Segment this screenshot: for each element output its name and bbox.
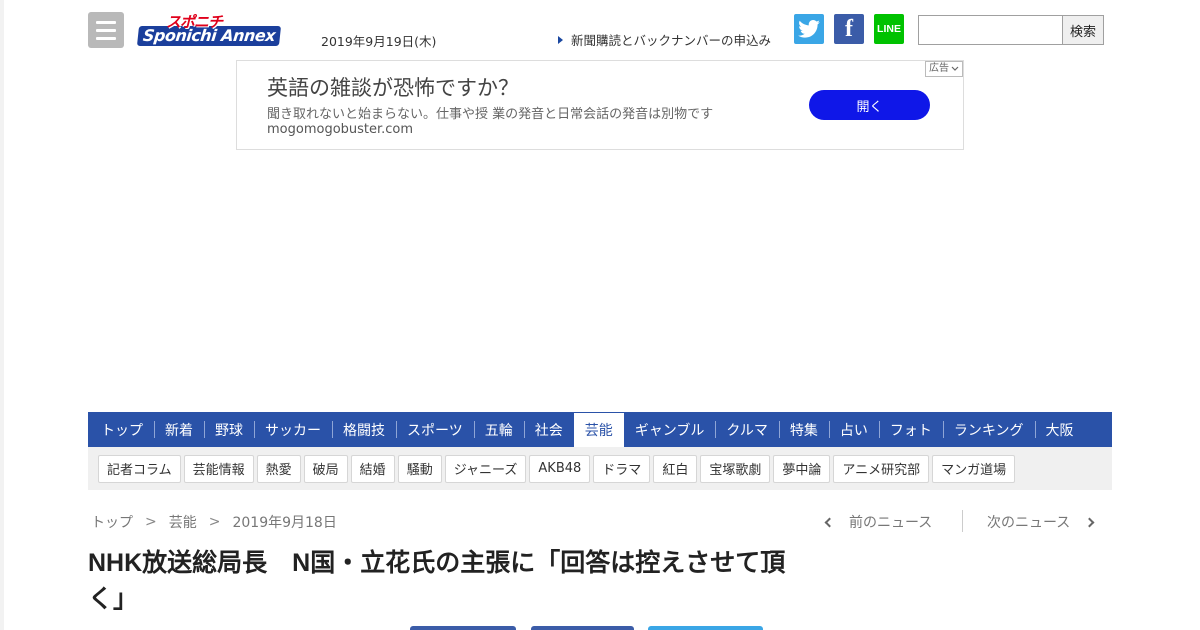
nav-item-features[interactable]: 特集 xyxy=(778,412,829,447)
subnav-item[interactable]: AKB48 xyxy=(529,454,591,483)
prev-news-link[interactable]: 前のニュース xyxy=(824,512,933,532)
nav-item-soccer[interactable]: サッカー xyxy=(254,412,332,447)
chevron-right-icon xyxy=(1084,517,1095,527)
subnav-item[interactable]: 破局 xyxy=(303,454,348,483)
facebook-icon: f xyxy=(845,15,853,42)
chevron-left-icon xyxy=(824,517,835,527)
hamburger-menu-button[interactable] xyxy=(88,12,124,48)
subnav-item[interactable]: ジャニーズ xyxy=(444,454,527,483)
pager-divider xyxy=(962,510,963,532)
nav-item-fortune[interactable]: 占い xyxy=(828,412,879,447)
nav-item-ranking[interactable]: ランキング xyxy=(942,412,1035,447)
subnav-item[interactable]: ドラマ xyxy=(593,454,651,483)
twitter-icon xyxy=(798,20,820,38)
subnav-item[interactable]: 紅白 xyxy=(653,454,698,483)
chevron-down-icon xyxy=(951,66,959,71)
breadcrumb-item-date: 2019年9月18日 xyxy=(232,515,337,531)
search-button[interactable]: 検索 xyxy=(1062,15,1104,45)
subnav-item[interactable]: マンガ道場 xyxy=(932,454,1016,483)
main-nav: トップ 新着 野球 サッカー 格闘技 スポーツ 五輪 社会 芸能 ギャンブル ク… xyxy=(88,412,1112,453)
ad-badge[interactable]: 広告 xyxy=(925,61,963,77)
logo-top-text: スポニチ xyxy=(166,13,223,31)
ad-banner[interactable]: 広告 英語の雑談が恐怖ですか？ 聞き取れないと始まらない。仕事や授 業の発音と日… xyxy=(236,60,964,150)
subnav-item[interactable]: 結婚 xyxy=(350,454,395,483)
next-news-link[interactable]: 次のニュース xyxy=(987,512,1095,532)
share-button-facebook-secondary[interactable] xyxy=(531,626,634,630)
sub-nav: 記者コラム 芸能情報 熱愛 破局 結婚 騒動 ジャニーズ AKB48 ドラマ 紅… xyxy=(88,447,1112,490)
nav-item-photo[interactable]: フォト xyxy=(878,412,943,447)
ad-description: 聞き取れないと始まらない。仕事や授 業の発音と日常会話の発音は別物です xyxy=(267,107,714,122)
subnav-item[interactable]: 騒動 xyxy=(397,454,442,483)
facebook-button[interactable]: f xyxy=(834,14,864,44)
triangle-right-icon xyxy=(558,35,563,44)
share-button-twitter[interactable] xyxy=(648,626,763,630)
breadcrumb-separator: > xyxy=(145,514,157,530)
nav-item-baseball[interactable]: 野球 xyxy=(204,412,254,447)
nav-item-combat[interactable]: 格闘技 xyxy=(332,412,396,447)
ad-title[interactable]: 英語の雑談が恐怖ですか？ xyxy=(267,72,519,102)
site-logo[interactable]: Sponichi Annex スポニチ xyxy=(136,13,308,49)
breadcrumb: トップ > 芸能 > 2019年9月18日 xyxy=(91,512,337,532)
header-date: 2019年9月19日(木) xyxy=(321,34,437,49)
breadcrumb-item-entertainment[interactable]: 芸能 xyxy=(169,512,197,532)
menu-line-icon xyxy=(96,28,116,32)
ad-open-button[interactable]: 開く xyxy=(809,90,930,120)
menu-line-icon xyxy=(96,36,116,40)
nav-item-society[interactable]: 社会 xyxy=(523,412,574,447)
subnav-item[interactable]: 熱愛 xyxy=(256,454,301,483)
subnav-item[interactable]: 夢中論 xyxy=(773,454,831,483)
nav-item-gamble[interactable]: ギャンブル xyxy=(624,412,716,447)
line-icon: LINE xyxy=(877,23,901,35)
subnav-item[interactable]: 宝塚歌劇 xyxy=(700,454,771,483)
ad-url[interactable]: mogomogobuster.com xyxy=(267,122,413,137)
prev-news-label: 前のニュース xyxy=(849,515,933,531)
article-headline: NHK放送総局長 N国・立花氏の主張に「回答は控えさせて頂く」 xyxy=(88,549,786,613)
line-button[interactable]: LINE xyxy=(874,14,904,44)
page: Sponichi Annex スポニチ 2019年9月19日(木) 新聞購読とバ… xyxy=(0,0,1200,630)
nav-item-sports[interactable]: スポーツ xyxy=(396,412,474,447)
next-news-label: 次のニュース xyxy=(987,515,1071,531)
search-input[interactable] xyxy=(918,15,1063,45)
subscription-link[interactable]: 新聞購読とバックナンバーの申込み xyxy=(558,30,771,49)
breadcrumb-separator: > xyxy=(208,514,221,530)
menu-line-icon xyxy=(96,20,116,24)
nav-item-olympics[interactable]: 五輪 xyxy=(473,412,524,447)
nav-item-cars[interactable]: クルマ xyxy=(715,412,779,447)
subnav-item[interactable]: 芸能情報 xyxy=(183,454,254,483)
nav-item-top[interactable]: トップ xyxy=(90,412,154,447)
nav-item-osaka[interactable]: 大阪 xyxy=(1034,412,1085,447)
subscription-link-label: 新聞購読とバックナンバーの申込み xyxy=(571,33,772,48)
breadcrumb-item-top[interactable]: トップ xyxy=(91,512,133,532)
share-button-facebook[interactable] xyxy=(410,626,516,630)
left-edge-bar xyxy=(0,0,4,630)
nav-item-new[interactable]: 新着 xyxy=(154,412,204,447)
subnav-item[interactable]: 記者コラム xyxy=(98,454,181,483)
ad-badge-label: 広告 xyxy=(929,63,949,74)
nav-item-entertainment[interactable]: 芸能 xyxy=(573,412,624,453)
twitter-button[interactable] xyxy=(794,14,824,44)
subnav-item[interactable]: アニメ研究部 xyxy=(833,454,930,483)
